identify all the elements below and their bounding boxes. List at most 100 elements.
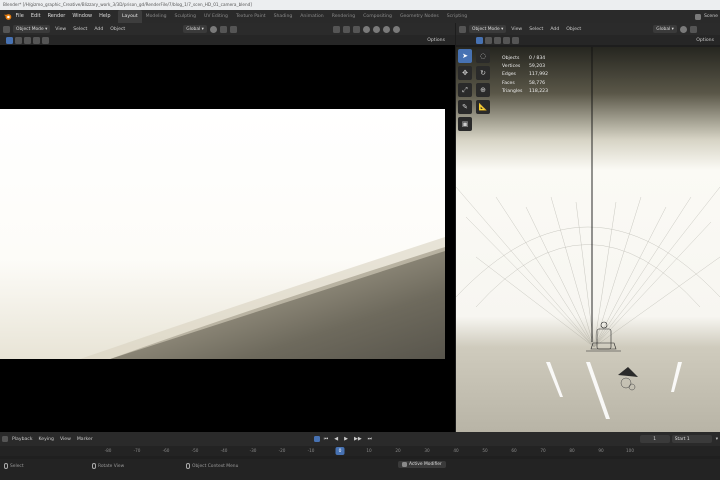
rotate-tool-icon[interactable]: ↻ — [476, 66, 490, 80]
menu-edit[interactable]: Edit — [27, 10, 44, 23]
camera-frame — [0, 109, 445, 359]
right-menu-object[interactable]: Object — [564, 27, 583, 32]
left-viewport-camera-view[interactable] — [0, 45, 455, 432]
shading-solid-icon[interactable] — [372, 25, 380, 33]
right-select-mode-extend-icon[interactable] — [494, 36, 501, 44]
tab-sculpting[interactable]: Sculpting — [171, 10, 200, 23]
ruler-tick: 40 — [453, 448, 459, 453]
prev-key-icon[interactable]: ◀ — [332, 436, 340, 442]
menu-file[interactable]: File — [12, 10, 27, 23]
shading-material-icon[interactable] — [382, 25, 390, 33]
overlay-icon[interactable] — [352, 25, 360, 33]
right-select-box-icon[interactable] — [476, 36, 483, 44]
proportional-edit-icon[interactable] — [229, 25, 237, 33]
annotate-tool-icon[interactable]: ✎ — [458, 100, 472, 114]
current-frame-field[interactable]: 1 — [639, 435, 670, 443]
select-mode-new-icon[interactable] — [15, 36, 22, 44]
status-select: Select — [4, 463, 24, 469]
right-menu-select[interactable]: Select — [527, 27, 545, 32]
measure-tool-icon[interactable]: 📐 — [476, 100, 490, 114]
right-options-button[interactable]: Options — [694, 38, 716, 43]
timeline-menu-keying[interactable]: Keying — [37, 437, 56, 442]
right-tool-settings: Options — [456, 35, 720, 45]
right-pivot-icon[interactable] — [679, 25, 687, 33]
ruler-tick: -40 — [220, 448, 228, 453]
ruler-tick: -80 — [104, 448, 112, 453]
tab-shading[interactable]: Shading — [270, 10, 297, 23]
transform-tool-icon[interactable]: ⊕ — [476, 83, 490, 97]
right-select-mode-new-icon[interactable] — [485, 36, 492, 44]
tab-layout[interactable]: Layout — [118, 10, 142, 23]
tab-modeling[interactable]: Modeling — [142, 10, 171, 23]
scale-tool-icon[interactable]: ⤢ — [458, 83, 472, 97]
right-mode-dropdown[interactable]: Object Mode ▾ — [469, 25, 507, 33]
status-active-modifier[interactable]: Active Modifier — [398, 461, 446, 468]
left-options-button[interactable]: Options — [425, 38, 447, 43]
jump-start-icon[interactable]: ⏮ — [322, 436, 331, 442]
right-snap-icon[interactable] — [689, 25, 697, 33]
tab-texture-paint[interactable]: Texture Paint — [232, 10, 270, 23]
right-menu-view[interactable]: View — [509, 27, 524, 32]
right-menu-add[interactable]: Add — [548, 27, 561, 32]
timeline-editor-type-icon[interactable] — [2, 436, 8, 442]
tool-shelf: ➤ ◌ ✥ ↻ ⤢ ⊕ ✎ 📐 ▣ — [458, 49, 490, 131]
select-mode-extend-icon[interactable] — [24, 36, 31, 44]
tab-animation[interactable]: Animation — [296, 10, 327, 23]
right-editor-type-icon[interactable] — [459, 25, 466, 33]
left-viewport-header: Object Mode ▾ View Select Add Object Glo… — [0, 23, 455, 35]
editor-type-icon[interactable] — [3, 25, 10, 33]
left-menu-object[interactable]: Object — [108, 27, 127, 32]
select-box-icon[interactable] — [6, 36, 13, 44]
timeline-menu-view[interactable]: View — [58, 437, 73, 442]
timeline-menu-playback[interactable]: Playback — [10, 437, 35, 442]
right-orientation-dropdown[interactable]: Global ▾ — [653, 25, 677, 33]
shading-rendered-icon[interactable] — [392, 25, 400, 33]
status-context: Object Context Menu — [186, 463, 238, 469]
add-cube-tool-icon[interactable]: ▣ — [458, 117, 472, 131]
select-mode-subtract-icon[interactable] — [33, 36, 40, 44]
record-icon[interactable] — [313, 436, 320, 442]
scene-selector[interactable]: Scene — [694, 10, 718, 23]
start-frame-field[interactable]: Start 1 — [671, 435, 712, 443]
left-menu-view[interactable]: View — [53, 27, 68, 32]
current-frame-marker[interactable]: 0 — [335, 447, 345, 455]
gizmo-icon[interactable] — [342, 25, 350, 33]
pivot-icon[interactable] — [209, 25, 217, 33]
tab-scripting[interactable]: Scripting — [443, 10, 471, 23]
menu-window[interactable]: Window — [69, 10, 96, 23]
cursor-tool-icon[interactable]: ◌ — [476, 49, 490, 63]
next-key-icon[interactable]: ▶▶ — [352, 436, 364, 442]
ruler-tick: 60 — [511, 448, 517, 453]
select-mode-invert-icon[interactable] — [42, 36, 49, 44]
stat-value: 117,992 — [529, 72, 548, 78]
timeline-options-icon[interactable]: ▾ — [714, 437, 720, 442]
start-label: Start — [674, 436, 686, 442]
left-mode-dropdown[interactable]: Object Mode ▾ — [13, 25, 51, 33]
stat-label: Edges — [502, 72, 516, 78]
right-mode-label: Object Mode — [472, 26, 500, 32]
left-mode-label: Object Mode — [16, 26, 44, 32]
select-tool-icon[interactable]: ➤ — [458, 49, 472, 63]
snap-icon[interactable] — [219, 25, 227, 33]
shading-wire-icon[interactable] — [362, 25, 370, 33]
left-menu-add[interactable]: Add — [92, 27, 105, 32]
menu-help[interactable]: Help — [96, 10, 114, 23]
timeline-ruler[interactable]: -80 -70 -60 -50 -40 -30 -20 -10 0 10 20 30 40 50 60 70 8… — [0, 446, 720, 456]
play-icon[interactable]: ▶ — [342, 436, 350, 442]
tab-compositing[interactable]: Compositing — [359, 10, 396, 23]
jump-end-icon[interactable]: ⏭ — [366, 436, 375, 442]
tab-rendering[interactable]: Rendering — [328, 10, 359, 23]
tab-geometry-nodes[interactable]: Geometry Nodes — [396, 10, 443, 23]
left-orientation-dropdown[interactable]: Global ▾ — [183, 25, 207, 33]
right-viewport-3d[interactable]: ➤ ◌ ✥ ↻ ⤢ ⊕ ✎ 📐 ▣ Objects 0 / 834 Vertice… — [456, 47, 720, 432]
tab-uv-editing[interactable]: UV Editing — [200, 10, 232, 23]
menu-render[interactable]: Render — [44, 10, 69, 23]
blender-logo-icon[interactable] — [2, 12, 12, 22]
right-select-mode-subtract-icon[interactable] — [503, 36, 510, 44]
left-menu-select[interactable]: Select — [71, 27, 89, 32]
move-tool-icon[interactable]: ✥ — [458, 66, 472, 80]
timeline-menu-marker[interactable]: Marker — [75, 437, 95, 442]
visibility-icon[interactable] — [332, 25, 340, 33]
right-select-mode-invert-icon[interactable] — [512, 36, 519, 44]
ruler-tick: 30 — [424, 448, 430, 453]
